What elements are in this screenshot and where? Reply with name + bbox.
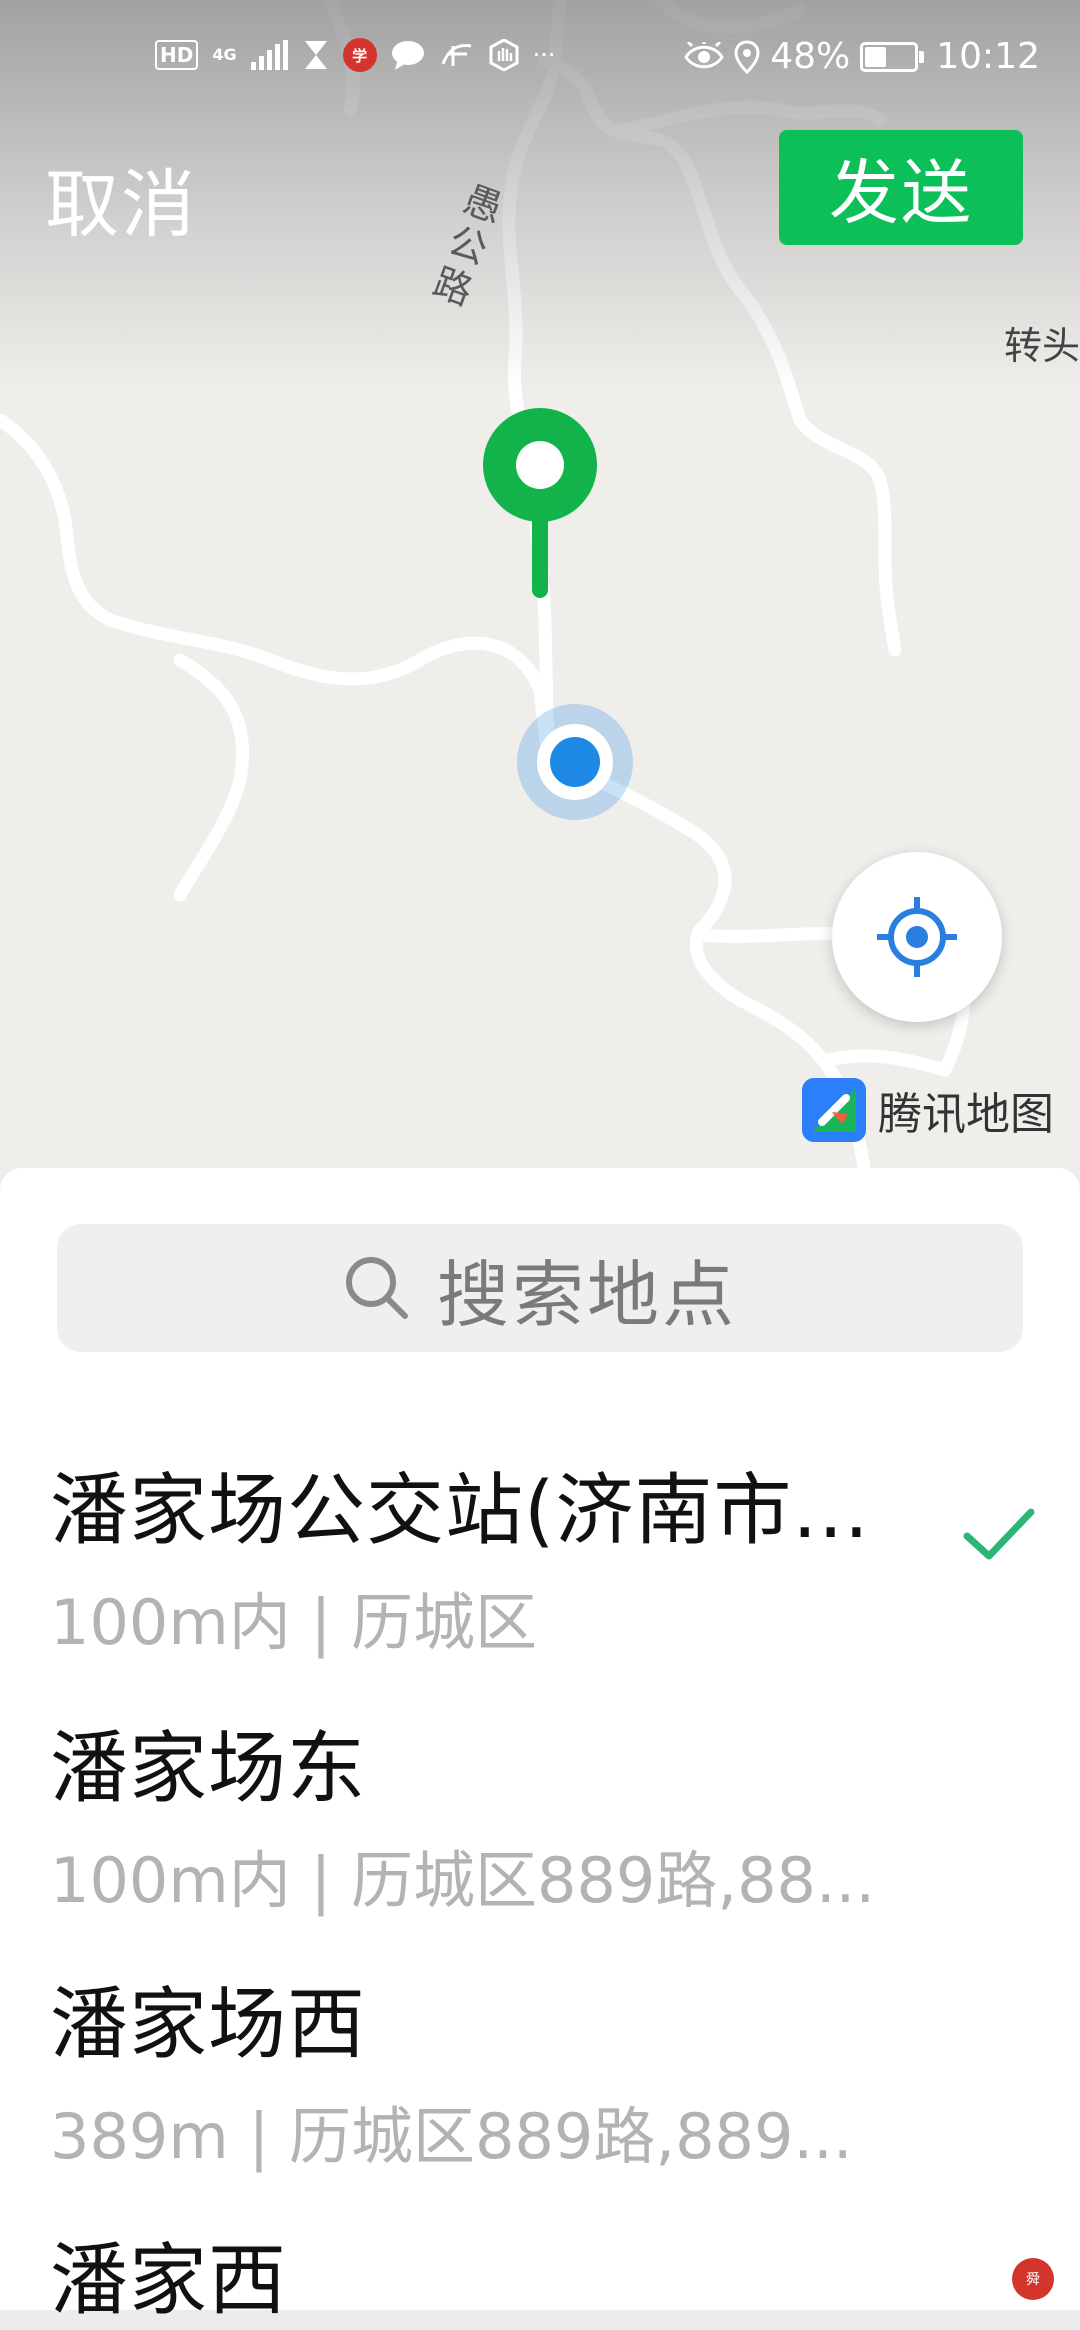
map-brand: 腾讯地图 [802,1078,1054,1142]
list-item-title: 潘家西 [50,2236,288,2326]
status-bar: HD 4G 学 ··· 48% 10:12 [0,0,1080,125]
hourglass-icon [304,41,327,69]
place-label: 转头 [1003,324,1080,368]
brand-label: 腾讯地图 [878,1089,1054,1140]
eye-comfort-icon [684,41,724,68]
battery-percent: 48% [770,36,851,77]
list-item[interactable]: 潘家西 [50,2218,1030,2330]
status-right: 48% 10:12 [684,36,1040,77]
tencent-map-logo-icon [802,1078,866,1142]
search-placeholder: 搜索地点 [436,1252,737,1337]
network-type-label: 4G [212,45,237,64]
battery-fill [865,46,887,67]
list-item-subtitle: 100m内 | 历城区 [50,1586,538,1659]
status-left: HD 4G 学 ··· [155,38,556,72]
cancel-button[interactable]: 取消 [45,145,197,252]
current-location-dot-icon [517,704,633,820]
study-app-icon [441,44,471,66]
map-view[interactable]: 愚公路 转头 腾讯地图 取消 发送 [0,0,1080,1175]
selected-check-icon [963,1508,1035,1560]
selected-location-pin-icon[interactable] [483,408,597,598]
hd-icon: HD [155,40,199,70]
signal-icon [250,40,288,70]
list-item[interactable]: 潘家场西 389m | 历城区889路,889... [50,1962,1030,2176]
news-app-icon: 学 [342,38,377,72]
list-item[interactable]: 潘家场公交站(济南市... 100m内 | 历城区 [50,1448,1030,1662]
location-icon [734,39,760,74]
list-item-subtitle: 100m内 | 历城区889路,88... [50,1844,876,1917]
hand-icon [489,39,519,71]
road-label: 愚公路 [428,177,518,325]
crosshair-icon [877,897,957,977]
location-list-sheet: 搜索地点 潘家场公交站(济南市... 100m内 | 历城区 潘家场东 100m… [0,1168,1080,2326]
network-type-icon: 4G [212,47,236,63]
send-button[interactable]: 发送 [779,130,1023,245]
list-item-subtitle: 389m | 历城区889路,889... [50,2100,853,2173]
clock: 10:12 [936,36,1040,77]
search-bar[interactable]: 搜索地点 [57,1224,1023,1352]
chat-bubble-icon [391,41,424,70]
recenter-button[interactable] [832,852,1002,1022]
list-item-title: 潘家场公交站(济南市... [50,1466,870,1556]
search-icon [345,1257,408,1319]
more-notifications-icon: ··· [532,41,556,69]
list-item-title: 潘家场东 [50,1724,367,1814]
watermark-logo-icon: 舜 [1012,2258,1054,2300]
list-item-title: 潘家场西 [50,1980,367,2070]
battery-icon [860,41,925,72]
list-item[interactable]: 潘家场东 100m内 | 历城区889路,88... [50,1706,1030,1920]
